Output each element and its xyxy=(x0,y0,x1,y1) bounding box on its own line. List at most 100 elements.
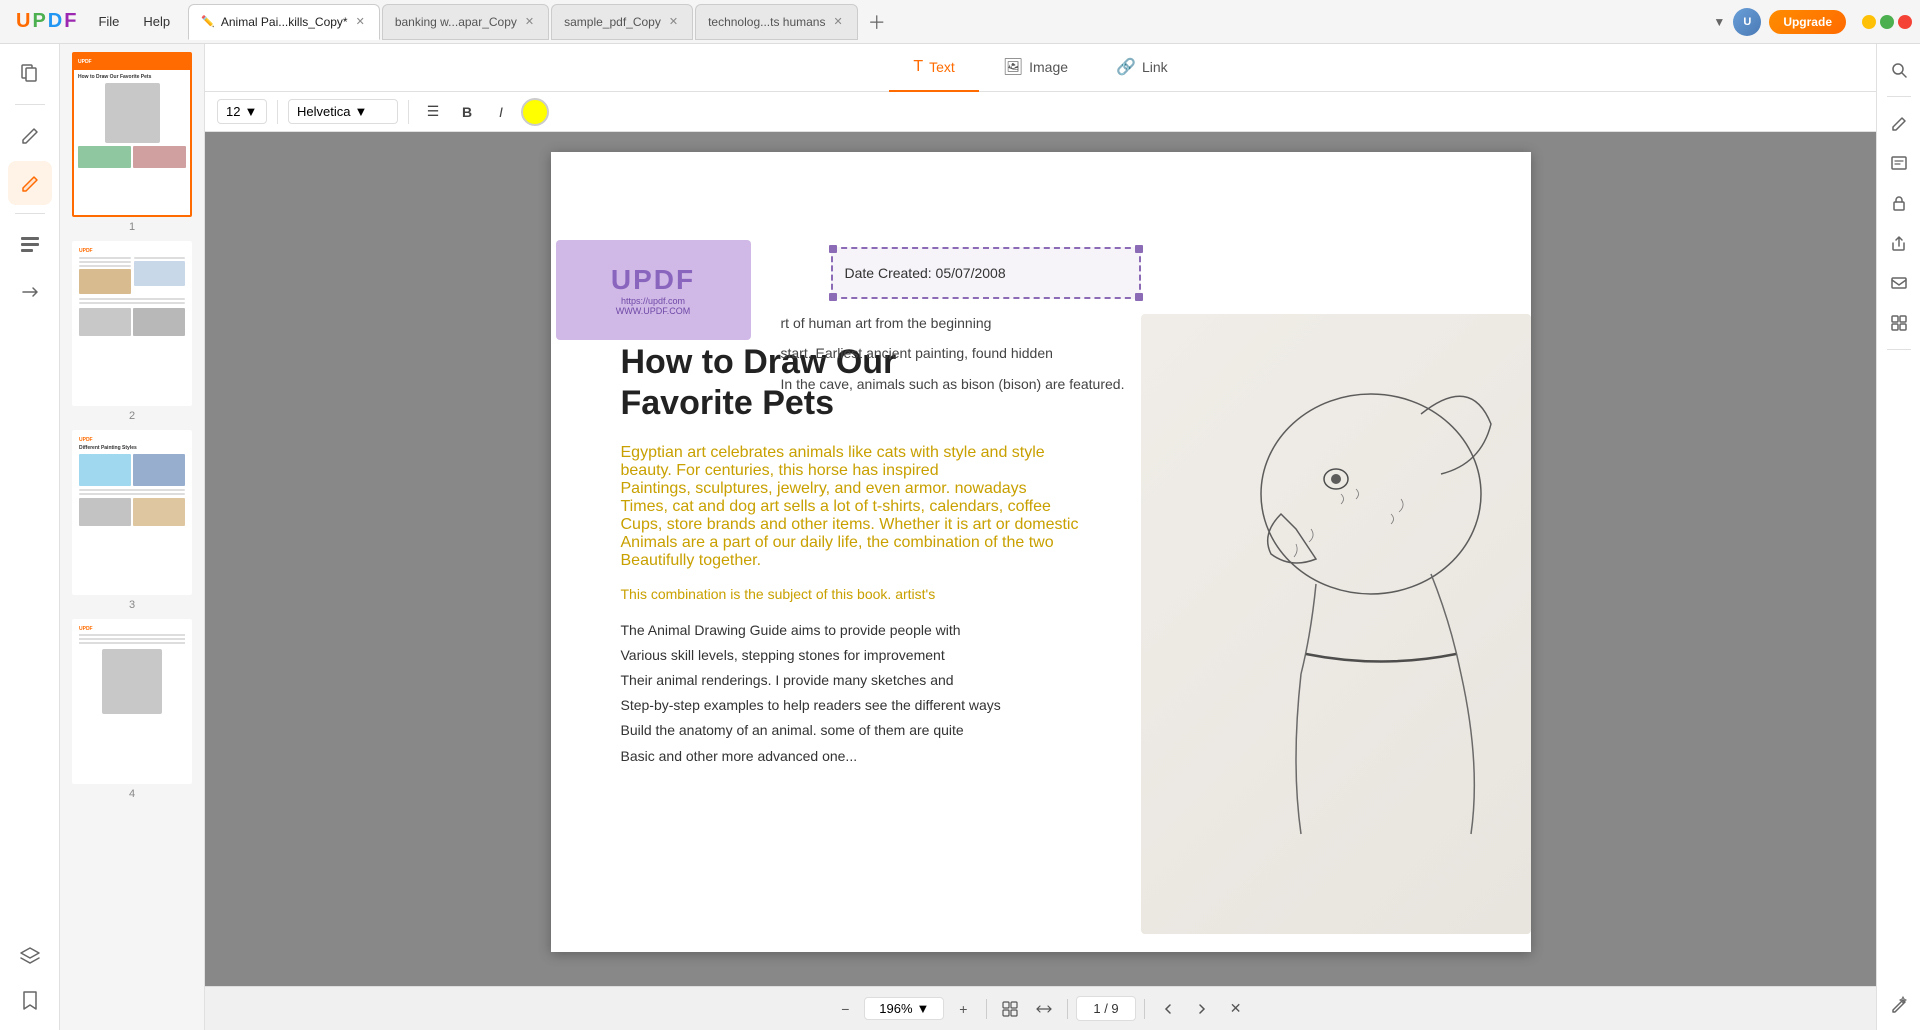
next-page-button[interactable] xyxy=(1187,994,1217,1024)
tab-banking[interactable]: banking w...apar_Copy ✕ xyxy=(382,4,549,40)
prev-page-button[interactable] xyxy=(1153,994,1183,1024)
font-family-arrow: ▼ xyxy=(354,104,367,119)
toolbar-text-label: Text xyxy=(929,59,955,75)
total-pages: 9 xyxy=(1111,1001,1118,1016)
tab-label-4: technolog...ts humans xyxy=(708,15,825,29)
date-created-text: Date Created: 05/07/2008 xyxy=(845,265,1006,281)
edit-toolbar: T Text 🖼 Image 🔗 Link xyxy=(205,44,1876,92)
menu-file[interactable]: File xyxy=(88,10,129,33)
tab-technology[interactable]: technolog...ts humans ✕ xyxy=(695,4,858,40)
tab-label-3: sample_pdf_Copy xyxy=(564,15,661,29)
thumb-num-1: 1 xyxy=(129,221,135,233)
dog-sketch-image xyxy=(1141,314,1531,934)
tab-label: Animal Pai...kills_Copy* xyxy=(221,15,348,29)
sidebar-icon-convert[interactable] xyxy=(8,270,52,314)
add-tab-button[interactable]: ＋ xyxy=(860,9,894,35)
sidebar-icon-organize[interactable] xyxy=(8,222,52,266)
right-icon-text[interactable] xyxy=(1881,145,1917,181)
thumbnail-2[interactable]: UPDF xyxy=(68,241,196,422)
image-icon: 🖼 xyxy=(1003,57,1023,77)
intro-text: rt of human art from the beginning start… xyxy=(781,312,1125,403)
right-icon-edit[interactable] xyxy=(1881,105,1917,141)
pdf-page: UPDF https://updf.com WWW.UPDF.COM Date … xyxy=(551,152,1531,952)
font-family-select[interactable]: Helvetica ▼ xyxy=(288,99,398,124)
bold-button[interactable]: B xyxy=(453,98,481,126)
toolbar-tab-image[interactable]: 🖼 Image xyxy=(979,44,1092,92)
thumb-img-4: UPDF xyxy=(72,619,192,784)
tab-sample-pdf[interactable]: sample_pdf_Copy ✕ xyxy=(551,4,693,40)
right-icon-search[interactable] xyxy=(1881,52,1917,88)
zoom-out-button[interactable]: − xyxy=(830,994,860,1024)
bottom-divider-1 xyxy=(986,999,987,1019)
format-divider-1 xyxy=(277,100,278,124)
window-controls xyxy=(1862,15,1912,29)
format-divider-2 xyxy=(408,100,409,124)
intro-line-3: In the cave, animals such as bison (biso… xyxy=(781,373,1125,395)
zoom-arrow: ▼ xyxy=(917,1001,930,1016)
toolbar-tab-text[interactable]: T Text xyxy=(889,44,978,92)
right-icon-compress[interactable] xyxy=(1881,305,1917,341)
zoom-in-button[interactable]: + xyxy=(948,994,978,1024)
fit-page-button[interactable] xyxy=(995,994,1025,1024)
selection-handle-br xyxy=(1135,293,1143,301)
user-avatar[interactable]: U xyxy=(1733,8,1761,36)
right-icon-magic[interactable] xyxy=(1881,986,1917,1022)
thumb-num-3: 3 xyxy=(129,599,135,611)
tabs-dropdown[interactable]: ▼ xyxy=(1713,15,1725,29)
right-icon-lock[interactable] xyxy=(1881,185,1917,221)
sidebar-icon-layers[interactable] xyxy=(8,934,52,978)
thumbnail-1[interactable]: UPDF How to Draw Our Favorite Pets 1 xyxy=(68,52,196,233)
intro-line-2: start. Earliest ancient painting, found … xyxy=(781,342,1125,364)
thumbnail-4[interactable]: UPDF 4 xyxy=(68,619,196,800)
color-button[interactable] xyxy=(521,98,549,126)
sidebar-icon-pages[interactable] xyxy=(8,52,52,96)
thumb-num-4: 4 xyxy=(129,788,135,800)
sidebar-divider-2 xyxy=(15,213,45,214)
tab-close-1[interactable]: ✕ xyxy=(354,15,367,28)
minimize-button[interactable] xyxy=(1862,15,1876,29)
right-icon-mail[interactable] xyxy=(1881,265,1917,301)
sidebar-divider-1 xyxy=(15,104,45,105)
watermark-url-text: https://updf.com xyxy=(621,296,685,306)
thumbnail-3[interactable]: UPDF Different Painting Styles 3 xyxy=(68,430,196,611)
left-sidebar xyxy=(0,44,60,1030)
watermark-updf-text: UPDF xyxy=(611,264,695,296)
tabs-container: ✏️ Animal Pai...kills_Copy* ✕ banking w.… xyxy=(188,4,1709,40)
close-toolbar-button[interactable]: ✕ xyxy=(1221,994,1251,1024)
top-bar: UPDF File Help ✏️ Animal Pai...kills_Cop… xyxy=(0,0,1920,44)
tab-close-3[interactable]: ✕ xyxy=(667,15,680,28)
selection-handle-tl xyxy=(829,245,837,253)
italic-button[interactable]: I xyxy=(487,98,515,126)
selection-handle-bl xyxy=(829,293,837,301)
toolbar-tab-link[interactable]: 🔗 Link xyxy=(1092,44,1192,92)
right-divider-2 xyxy=(1887,349,1911,350)
sidebar-icon-edit[interactable] xyxy=(8,113,52,157)
font-size-select[interactable]: 12 ▼ xyxy=(217,99,267,124)
selection-handle-tr xyxy=(1135,245,1143,253)
updf-logo[interactable]: UPDF xyxy=(8,6,84,37)
bottom-divider-3 xyxy=(1144,999,1145,1019)
sidebar-icon-annotate[interactable] xyxy=(8,161,52,205)
close-button[interactable] xyxy=(1898,15,1912,29)
menu-help[interactable]: Help xyxy=(133,10,180,33)
toolbar-link-label: Link xyxy=(1142,59,1168,75)
font-size-value: 12 xyxy=(226,104,240,119)
pdf-area[interactable]: UPDF https://updf.com WWW.UPDF.COM Date … xyxy=(205,132,1876,986)
text-selection-box[interactable]: Date Created: 05/07/2008 xyxy=(831,247,1141,299)
current-page: 1 xyxy=(1093,1001,1100,1016)
top-right-controls: ▼ U Upgrade xyxy=(1713,8,1912,36)
thumb-img-2: UPDF xyxy=(72,241,192,406)
fit-width-button[interactable] xyxy=(1029,994,1059,1024)
link-icon: 🔗 xyxy=(1116,57,1136,77)
tab-animal-painting[interactable]: ✏️ Animal Pai...kills_Copy* ✕ xyxy=(188,4,380,40)
bottom-toolbar: − 196% ▼ + 1 / 9 xyxy=(205,986,1876,1030)
watermark-overlay: UPDF https://updf.com WWW.UPDF.COM xyxy=(556,240,751,340)
tab-close-4[interactable]: ✕ xyxy=(831,15,844,28)
upgrade-button[interactable]: Upgrade xyxy=(1769,10,1846,34)
tab-close-2[interactable]: ✕ xyxy=(523,15,536,28)
thumb-img-1: UPDF How to Draw Our Favorite Pets xyxy=(72,52,192,217)
list-button[interactable]: ☰ xyxy=(419,98,447,126)
sidebar-icon-bookmark[interactable] xyxy=(8,978,52,1022)
right-icon-share[interactable] xyxy=(1881,225,1917,261)
maximize-button[interactable] xyxy=(1880,15,1894,29)
